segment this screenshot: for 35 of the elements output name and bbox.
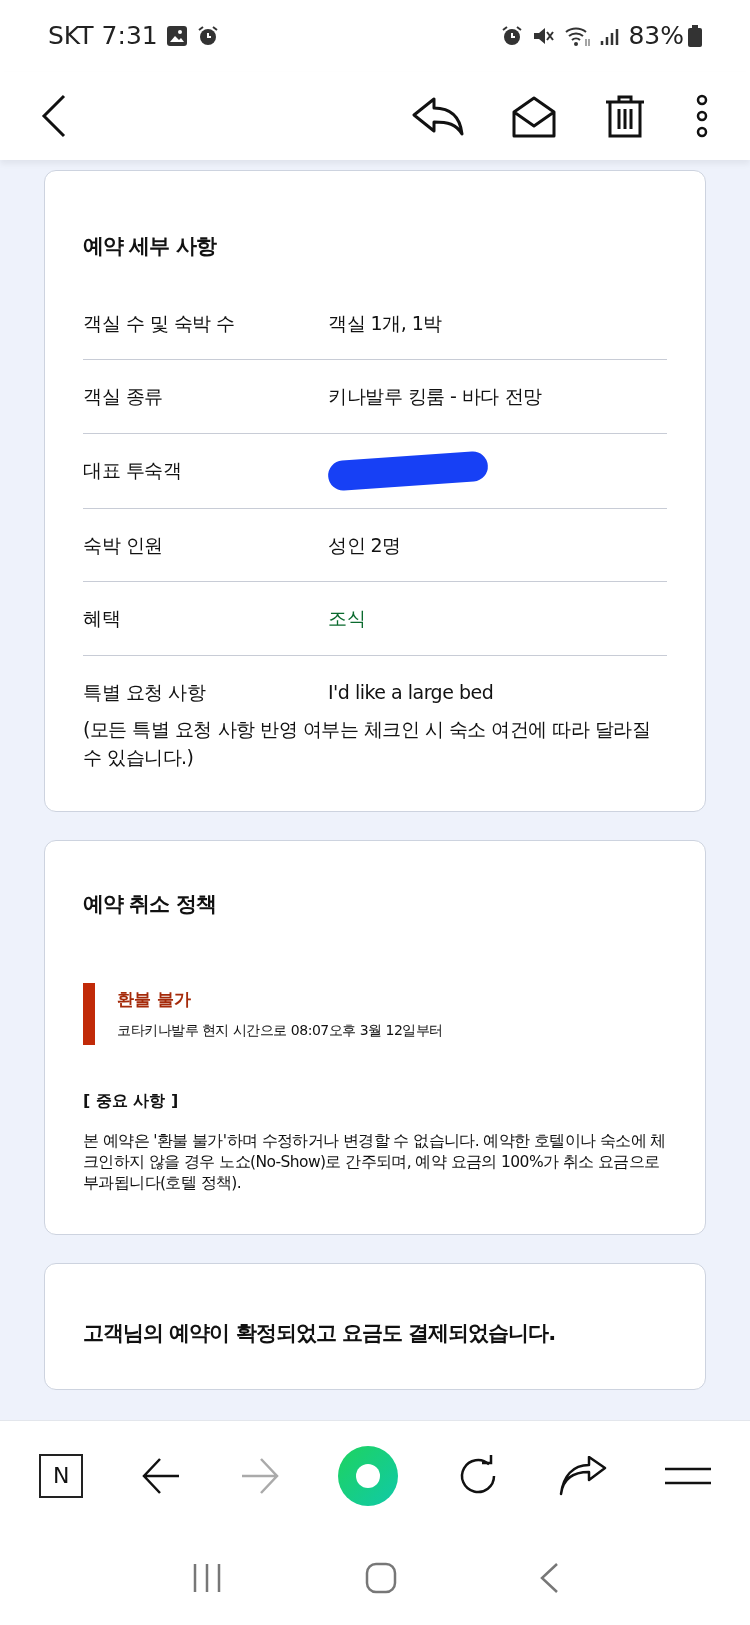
gallery-icon xyxy=(165,25,188,47)
important-heading: [ 중요 사항 ] xyxy=(83,1090,180,1113)
card-title: 고객님의 예약이 확정되었고 요금도 결제되었습니다. xyxy=(83,1319,557,1347)
mail-icon[interactable] xyxy=(512,94,556,138)
row-value: 객실 1개, 1박 xyxy=(328,310,442,336)
row-label: 객실 종류 xyxy=(83,384,164,409)
card-title: 예약 취소 정책 xyxy=(83,891,217,919)
share-icon[interactable] xyxy=(558,1455,607,1496)
policy-bar xyxy=(83,982,95,1046)
home-icon[interactable] xyxy=(365,1561,397,1594)
menu-icon[interactable] xyxy=(664,1465,711,1486)
recents-icon[interactable] xyxy=(191,1561,223,1594)
card-title: 예약 세부 사항 xyxy=(83,233,218,260)
row-value: 키나발루 킹룸 - 바다 전망 xyxy=(328,384,542,409)
policy-detail: 코타키나발루 현지 시간으로 08:07오후 3월 12일부터 xyxy=(117,1021,443,1041)
note-text: (모든 특별 요청 사항 반영 여부는 체크인 시 숙소 여건에 따라 달라질 수 있습니다.) xyxy=(83,717,652,770)
battery-text: 83% xyxy=(628,20,684,53)
battery-icon xyxy=(688,25,702,47)
row-value: I'd like a large bed xyxy=(328,679,494,705)
row-label: 숙박 인원 xyxy=(83,532,164,558)
row-value: 조식 xyxy=(328,606,365,631)
trash-icon[interactable] xyxy=(604,94,646,138)
important-text: 본 예약은 '환불 불가'하며 수정하거나 변경할 수 없습니다. 예약한 호텔이나 숙소에 체크인하지 않을 경우 노쇼(No-Show)로 간주되며, 예약 요금의 100%가 취소 요금으로 부과됩니다(호텔 정책). xyxy=(83,1131,667,1194)
row-label: 특별 요청 사항 xyxy=(83,679,207,705)
reply-icon[interactable] xyxy=(412,95,464,137)
clock-text: 7:31 xyxy=(101,20,158,53)
back-icon[interactable] xyxy=(40,94,68,138)
more-icon[interactable] xyxy=(694,94,710,138)
home-button[interactable]: N xyxy=(39,1453,84,1498)
policy-name: 환불 불가 xyxy=(117,987,192,1011)
row-value: 성인 2명 xyxy=(328,532,401,558)
carrier-text: SKT xyxy=(48,20,94,53)
row-label: 객실 수 및 숙박 수 xyxy=(83,310,236,336)
row-label: 대표 투숙객 xyxy=(83,457,183,483)
row-label: 혜택 xyxy=(83,606,121,631)
